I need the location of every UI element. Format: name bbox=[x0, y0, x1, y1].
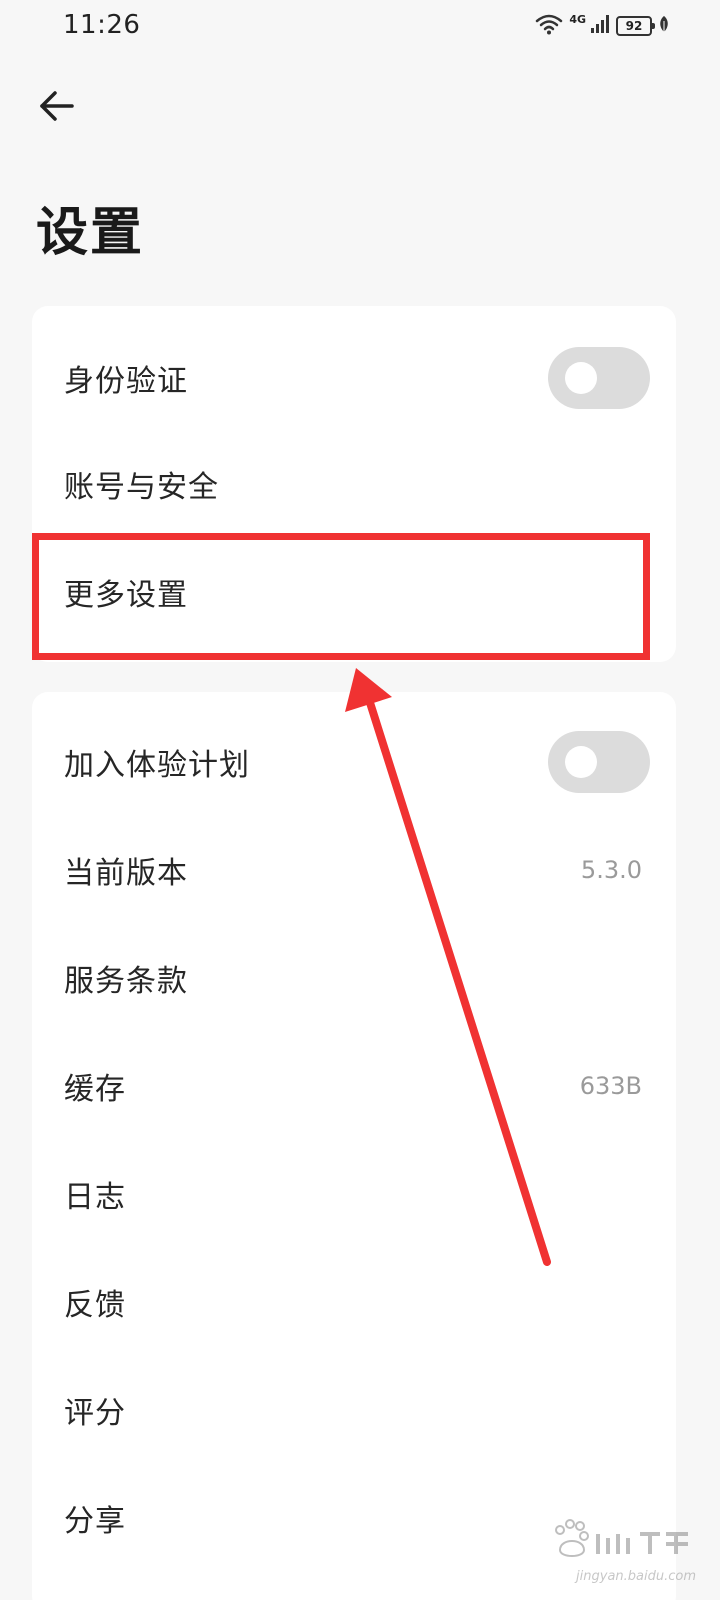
row-label: 日志 bbox=[64, 1180, 126, 1215]
settings-group-general: 加入体验计划 当前版本 5.3.0 服务条款 缓存 633B 日志 反馈 评分 … bbox=[32, 692, 676, 1600]
account-security-row[interactable]: 账号与安全 bbox=[32, 430, 676, 538]
cache-row[interactable]: 缓存 633B bbox=[32, 1032, 676, 1140]
leaf-icon bbox=[658, 15, 670, 37]
cache-size-value: 633B bbox=[579, 1072, 642, 1100]
row-label: 更多设置 bbox=[64, 578, 188, 613]
row-label: 服务条款 bbox=[64, 964, 188, 999]
arrow-left-icon bbox=[40, 91, 74, 121]
signal-icon bbox=[590, 14, 610, 38]
current-version-row[interactable]: 当前版本 5.3.0 bbox=[32, 816, 676, 924]
back-button[interactable] bbox=[32, 82, 80, 130]
log-row[interactable]: 日志 bbox=[32, 1140, 676, 1248]
identity-verification-row[interactable]: 身份验证 bbox=[32, 324, 676, 432]
settings-group-account: 身份验证 账号与安全 更多设置 bbox=[32, 306, 676, 662]
terms-of-service-row[interactable]: 服务条款 bbox=[32, 924, 676, 1032]
status-bar: 11:26 4G 92 bbox=[0, 0, 720, 52]
more-settings-row[interactable]: 更多设置 bbox=[32, 538, 676, 646]
status-time: 11:26 bbox=[63, 10, 141, 40]
settings-screen: 11:26 4G 92 设置 身份验证 账号与安全 更多设置 加入体验计划 当前… bbox=[0, 0, 720, 1600]
experience-program-toggle[interactable] bbox=[548, 731, 650, 793]
rating-row[interactable]: 评分 bbox=[32, 1356, 676, 1464]
row-label: 缓存 bbox=[64, 1072, 126, 1107]
status-icons: 4G 92 bbox=[535, 12, 670, 40]
battery-level: 92 bbox=[625, 19, 643, 33]
toggle-knob bbox=[565, 362, 597, 394]
toggle-knob bbox=[565, 746, 597, 778]
share-row[interactable]: 分享 bbox=[32, 1464, 676, 1572]
row-label: 反馈 bbox=[64, 1288, 126, 1323]
network-type-label: 4G bbox=[569, 12, 586, 26]
row-label: 账号与安全 bbox=[64, 470, 219, 505]
feedback-row[interactable]: 反馈 bbox=[32, 1248, 676, 1356]
identity-verification-toggle[interactable] bbox=[548, 347, 650, 409]
experience-program-row[interactable]: 加入体验计划 bbox=[32, 708, 676, 816]
battery-icon: 92 bbox=[616, 16, 655, 36]
row-label: 分享 bbox=[64, 1504, 126, 1539]
version-value: 5.3.0 bbox=[580, 856, 642, 884]
wifi-icon bbox=[535, 13, 563, 39]
page-title: 设置 bbox=[36, 203, 145, 263]
row-label: 身份验证 bbox=[64, 364, 188, 399]
row-label: 加入体验计划 bbox=[64, 748, 250, 783]
row-label: 当前版本 bbox=[64, 856, 188, 891]
row-label: 评分 bbox=[64, 1396, 126, 1431]
